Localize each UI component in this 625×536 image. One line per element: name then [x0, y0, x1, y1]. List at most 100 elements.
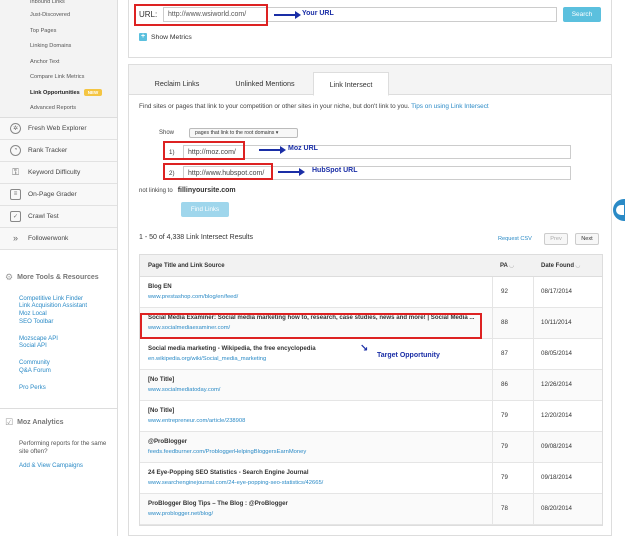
request-csv-link[interactable]: Request CSV [498, 236, 532, 242]
link-pro-perks[interactable]: Pro Perks [19, 384, 117, 392]
new-badge: NEW [83, 88, 103, 96]
tool-on-page-grader[interactable]: ≡ On-Page Grader [0, 183, 117, 206]
tool-followerwonk[interactable]: » Followerwonk [0, 227, 117, 250]
show-label: Show [159, 130, 175, 136]
row-url[interactable]: www.searchenginejournal.com/24-eye-poppi… [148, 480, 323, 486]
row-title: [No Title] [148, 407, 175, 414]
more-tools-heading: ⚙ More Tools & Resources [0, 272, 117, 283]
link-social-api[interactable]: Social API [19, 342, 117, 350]
link-qa-forum[interactable]: Q&A Forum [19, 367, 117, 375]
hubspot-url-annotation: HubSpot URL [312, 167, 358, 174]
subnav-item-top-pages[interactable]: Top Pages [0, 24, 117, 40]
plus-icon: + [139, 33, 147, 41]
target-opportunity-highlight [140, 313, 482, 339]
tool-crawl-test[interactable]: ✓ Crawl Test [0, 205, 117, 228]
api-links: Mozscape API Social API [0, 335, 117, 351]
show-select[interactable]: pages that link to the root domains ▾ [189, 128, 299, 138]
table-header: Page Title and Link Source PA ◡ Date Fou… [140, 255, 602, 277]
row-url[interactable]: www.entrepreneur.com/article/238908 [148, 418, 245, 424]
tab-bar: Reclaim Links Unlinked Mentions Link Int… [129, 65, 611, 96]
row-date: 10/11/2014 [541, 319, 572, 326]
tool-rank-tracker[interactable]: ◔ Rank Tracker [0, 139, 117, 162]
show-metrics-toggle[interactable]: + Show Metrics [139, 33, 192, 41]
link-seo-toolbar[interactable]: SEO Toolbar [19, 318, 117, 326]
tool-label: On-Page Grader [28, 190, 77, 198]
checkbox-icon: ☑ [5, 416, 14, 427]
row-pa: 88 [501, 319, 508, 326]
tool-fresh-web-explorer[interactable]: ✲ Fresh Web Explorer [0, 117, 117, 140]
row-title: Blog EN [148, 283, 172, 290]
row-date: 08/05/2014 [541, 350, 572, 357]
link-acquisition-assistant[interactable]: Link Acquisition Assistant [19, 302, 117, 310]
subnav-item-compare-link-metrics[interactable]: Compare Link Metrics [0, 70, 117, 86]
feedback-tab[interactable] [613, 199, 625, 221]
row-url[interactable]: www.socialmediatoday.com/ [148, 387, 220, 393]
next-button[interactable]: Next [575, 233, 599, 245]
link-moz-local[interactable]: Moz Local [19, 310, 117, 318]
gauge-icon: ◔ [10, 144, 21, 156]
tool-label: Crawl Test [28, 212, 59, 220]
row-title: ProBlogger Blog Tips – The Blog : @ProBl… [148, 500, 288, 507]
not-linking-label: not linking to [139, 188, 173, 194]
checkbox-icon: ✓ [10, 210, 21, 222]
tool-label: Keyword Difficulty [28, 168, 81, 176]
header-page-title[interactable]: Page Title and Link Source [148, 263, 225, 269]
prev-button[interactable]: Prev [544, 233, 568, 245]
row-pa: 86 [501, 381, 508, 388]
row-title: Social media marketing - Wikipedia, the … [148, 345, 316, 352]
chevron-down-icon: ▾ [275, 130, 279, 136]
tool-label: Rank Tracker [28, 146, 68, 154]
header-pa[interactable]: PA ◡ [500, 262, 514, 269]
row-pa: 79 [501, 474, 508, 481]
link-competitive-link-finder[interactable]: Competitive Link Finder [19, 295, 117, 303]
subnav-item-inbound-links[interactable]: Inbound Links [0, 0, 117, 8]
document-icon: ≡ [10, 188, 21, 200]
subnav-item-link-opportunities[interactable]: Link Opportunities NEW [0, 86, 117, 102]
row-title: @ProBlogger [148, 438, 188, 445]
row-title: 24 Eye-Popping SEO Statistics - Search E… [148, 469, 309, 476]
target-arrow-icon: ↘ [360, 343, 369, 354]
subnav-item-anchor-text[interactable]: Anchor Text [0, 55, 117, 71]
row-date: 09/08/2014 [541, 443, 572, 450]
moz-url-highlight [163, 141, 245, 160]
your-url-arrow [274, 11, 301, 19]
subnav-item-linking-domains[interactable]: Linking Domains [0, 39, 117, 55]
link-mozscape-api[interactable]: Mozscape API [19, 335, 117, 343]
search-button[interactable]: Search [563, 7, 601, 22]
row-url[interactable]: www.prestashop.com/blog/en/feed/ [148, 294, 238, 300]
tips-link[interactable]: Tips on using Link Intersect [411, 103, 489, 110]
sort-icon: ◡ [509, 263, 514, 269]
link-opportunities-panel: Reclaim Links Unlinked Mentions Link Int… [128, 64, 612, 536]
hubspot-url-arrow [278, 168, 305, 176]
show-select-value: pages that link to the root domains [195, 130, 275, 136]
tab-reclaim-links[interactable]: Reclaim Links [135, 72, 219, 95]
row-pa: 78 [501, 505, 508, 512]
link-community[interactable]: Community [19, 359, 117, 367]
row-url[interactable]: www.problogger.net/blog/ [148, 511, 213, 517]
show-metrics-label: Show Metrics [151, 33, 192, 41]
moz-url-annotation: Moz URL [288, 145, 318, 152]
header-date-label: Date Found [541, 263, 574, 269]
subnav-item-advanced-reports[interactable]: Advanced Reports [0, 101, 117, 117]
subnav-item-just-discovered[interactable]: Just-Discovered [0, 8, 117, 24]
key-icon: ⚿ [12, 166, 19, 177]
your-url-annotation: Your URL [302, 10, 334, 17]
sort-icon: ◡ [575, 263, 581, 269]
find-links-button[interactable]: Find Links [181, 202, 229, 217]
your-url-highlight [134, 4, 268, 26]
row-date: 12/20/2014 [541, 412, 572, 419]
row-date: 08/17/2014 [541, 288, 572, 295]
row-pa: 92 [501, 288, 508, 295]
row-url[interactable]: feeds.feedburner.com/ProbloggerHelpingBl… [148, 449, 306, 455]
tab-unlinked-mentions[interactable]: Unlinked Mentions [219, 72, 311, 95]
tab-link-intersect[interactable]: Link Intersect [313, 72, 389, 96]
row-url[interactable]: en.wikipedia.org/wiki/Social_media_marke… [148, 356, 266, 362]
header-date-found[interactable]: Date Found ◡ [541, 262, 580, 269]
tool-keyword-difficulty[interactable]: ⚿ Keyword Difficulty [0, 161, 117, 184]
link-add-view-campaigns[interactable]: Add & View Campaigns [19, 462, 117, 470]
row-date: 09/18/2014 [541, 474, 572, 481]
tool-label: Followerwonk [28, 234, 69, 242]
column-divider [533, 277, 534, 525]
tool-label: Fresh Web Explorer [28, 124, 87, 132]
moz-url-arrow [259, 146, 286, 154]
